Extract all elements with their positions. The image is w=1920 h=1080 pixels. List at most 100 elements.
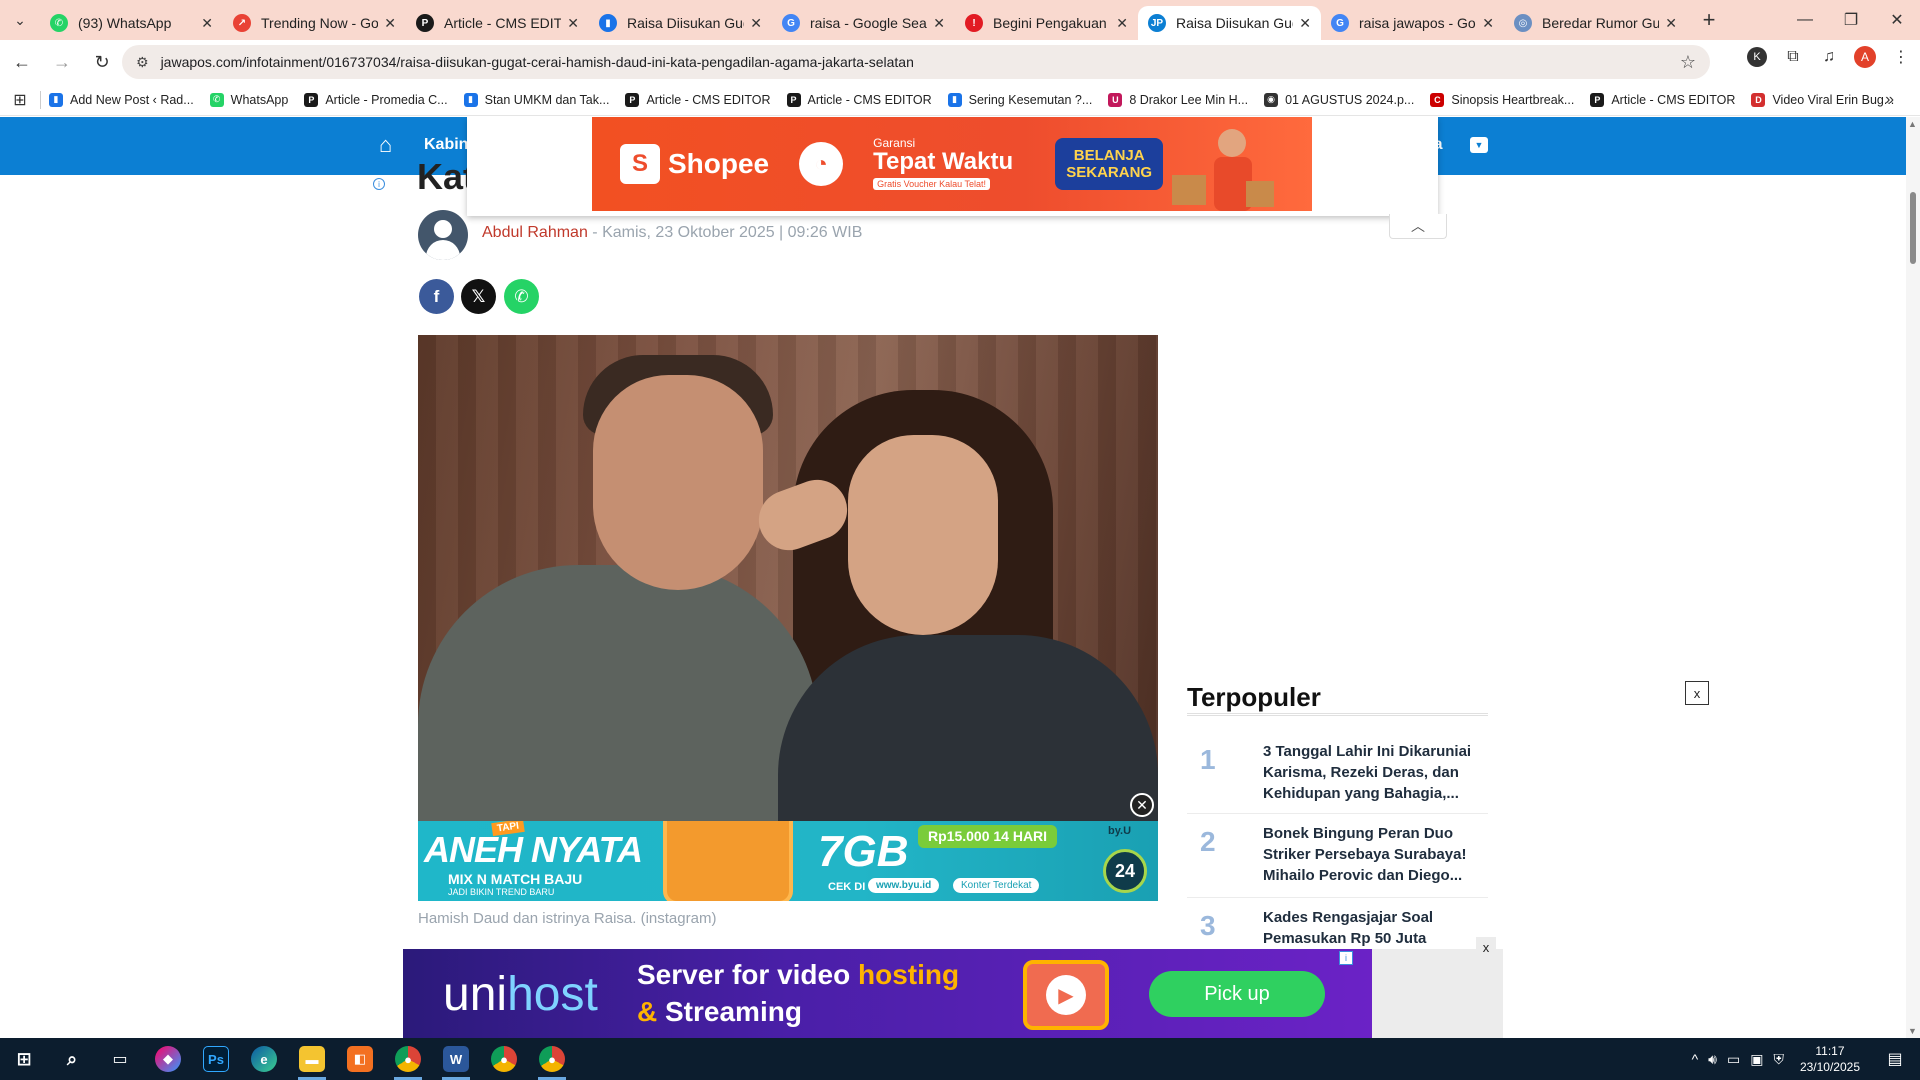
popular-headline[interactable]: 3 Tanggal Lahir Ini Dikaruniai Karisma, … bbox=[1263, 741, 1485, 804]
browser-tab[interactable]: ◎ Beredar Rumor Guga ✕ bbox=[1504, 6, 1687, 40]
url-text[interactable]: jawapos.com/infotainment/016737034/raisa… bbox=[161, 54, 914, 70]
network-icon[interactable]: ▭ bbox=[1727, 1051, 1740, 1068]
scroll-down-icon[interactable]: ▼ bbox=[1908, 1026, 1917, 1036]
notifications-icon[interactable]: ▤ bbox=[1880, 1049, 1910, 1069]
scroll-up-icon[interactable]: ▲ bbox=[1908, 119, 1917, 129]
bookmark-item[interactable]: ✆ WhatsApp bbox=[209, 92, 288, 107]
restore-button[interactable]: ❐ bbox=[1828, 0, 1874, 40]
facebook-share-icon[interactable]: f bbox=[419, 279, 454, 314]
bookmark-item[interactable]: P Article - CMS EDITOR bbox=[786, 92, 932, 107]
popular-item[interactable]: 1 3 Tanggal Lahir Ini Dikaruniai Karisma,… bbox=[1187, 732, 1488, 814]
browser-tab[interactable]: P Article - CMS EDITOR ✕ bbox=[406, 6, 589, 40]
x-share-icon[interactable]: 𝕏 bbox=[461, 279, 496, 314]
bookmark-item[interactable]: P Article - Promedia C... bbox=[304, 92, 448, 107]
close-tab-icon[interactable]: ✕ bbox=[933, 15, 945, 32]
bookmark-star-icon[interactable]: ☆ bbox=[1680, 52, 1696, 73]
browser-tab[interactable]: JP Raisa Diisukan Gugat ✕ bbox=[1138, 6, 1321, 40]
ad-choices-icon[interactable]: i bbox=[1339, 951, 1353, 965]
site-info-icon[interactable]: ⚙ bbox=[136, 54, 149, 71]
close-tab-icon[interactable]: ✕ bbox=[1665, 15, 1677, 32]
file-explorer-icon[interactable]: ▬ bbox=[288, 1038, 336, 1080]
bookmark-item[interactable]: P Article - CMS EDITOR bbox=[625, 92, 771, 107]
bookmark-item[interactable]: D Video Viral Erin Bug... bbox=[1751, 92, 1894, 107]
volume-icon[interactable]: 🔊︎ bbox=[1708, 1051, 1717, 1068]
home-icon[interactable]: ⌂ bbox=[379, 132, 392, 158]
page-scrollbar[interactable]: ▲ ▼ bbox=[1906, 117, 1920, 1038]
scrollbar-thumb[interactable] bbox=[1910, 192, 1916, 264]
browser-tab[interactable]: ▮ Raisa Diisukan Gugat ✕ bbox=[589, 6, 772, 40]
publish-date: - Kamis, 23 Oktober 2025 | 09:26 WIB bbox=[592, 224, 863, 241]
close-tab-icon[interactable]: ✕ bbox=[750, 15, 762, 32]
close-tab-icon[interactable]: ✕ bbox=[1482, 15, 1494, 32]
close-tab-icon[interactable]: ✕ bbox=[1299, 15, 1311, 32]
reload-button[interactable]: ↻ bbox=[84, 44, 120, 80]
display-icon[interactable]: ▣ bbox=[1750, 1051, 1763, 1068]
forward-button[interactable]: → bbox=[44, 44, 80, 80]
browser-tab[interactable]: ↗ Trending Now - Goog ✕ bbox=[223, 6, 406, 40]
bookmark-item[interactable]: ▮ Add New Post ‹ Rad... bbox=[49, 92, 194, 107]
promedia-icon: P bbox=[416, 14, 434, 32]
pick-up-button[interactable]: Pick up bbox=[1149, 971, 1325, 1017]
trends-icon: ↗ bbox=[233, 14, 251, 32]
close-tab-icon[interactable]: ✕ bbox=[201, 15, 213, 32]
app-orange-icon[interactable]: ◧ bbox=[336, 1038, 384, 1080]
browser-tab[interactable]: ! Begini Pengakuan Ju ✕ bbox=[955, 6, 1138, 40]
new-tab-button[interactable]: + bbox=[1691, 2, 1727, 38]
browser-tab[interactable]: ✆ (93) WhatsApp ✕ bbox=[40, 6, 223, 40]
shopee-banner-ad[interactable]: S Shopee ◔ Garansi Tepat Waktu Gratis Vo… bbox=[592, 117, 1312, 211]
profile-k-icon[interactable]: K bbox=[1744, 44, 1770, 70]
close-bottom-ad-button[interactable]: x bbox=[1476, 937, 1496, 957]
close-sidebar-ad-button[interactable]: x bbox=[1685, 681, 1709, 705]
clock[interactable]: 11:17 23/10/2025 bbox=[1800, 1043, 1860, 1075]
menu-kebab-icon[interactable]: ⋮ bbox=[1888, 44, 1914, 70]
bookmark-item[interactable]: C Sinopsis Heartbreak... bbox=[1430, 92, 1574, 107]
copilot-icon[interactable]: ◆ bbox=[144, 1038, 192, 1080]
bookmark-item[interactable]: U 8 Drakor Lee Min H... bbox=[1108, 92, 1248, 107]
byu-banner-ad[interactable]: ANEH NYATA TAPI MIX N MATCH BAJU JADI BI… bbox=[418, 821, 1158, 901]
apps-grid-icon[interactable]: ⊞ bbox=[0, 90, 40, 110]
popular-item[interactable]: 2 Bonek Bingung Peran Duo Striker Perseba… bbox=[1187, 814, 1488, 898]
nav-item-kabinet[interactable]: Kabin bbox=[424, 136, 468, 154]
chrome-alt-icon[interactable]: ● bbox=[528, 1038, 576, 1080]
photoshop-icon[interactable]: Ps bbox=[192, 1038, 240, 1080]
word-icon[interactable]: W bbox=[432, 1038, 480, 1080]
close-ad-icon[interactable]: ✕ bbox=[1130, 793, 1154, 817]
edge-icon[interactable]: e bbox=[240, 1038, 288, 1080]
address-bar[interactable]: ⚙ jawapos.com/infotainment/016737034/rai… bbox=[122, 45, 1710, 79]
chrome-icon[interactable]: ● bbox=[480, 1038, 528, 1080]
bookmark-item[interactable]: P Article - CMS EDITOR bbox=[1590, 92, 1735, 107]
browser-tab[interactable]: Graisa jawapos - Goog ✕ bbox=[1321, 6, 1504, 40]
close-tab-icon[interactable]: ✕ bbox=[567, 15, 579, 32]
tab-title: (93) WhatsApp bbox=[78, 15, 172, 31]
profile-avatar[interactable]: A bbox=[1852, 44, 1878, 70]
more-bookmarks-icon[interactable]: » bbox=[1885, 91, 1894, 109]
dropdown-caret-icon[interactable]: ▼ bbox=[1470, 137, 1488, 153]
close-window-button[interactable]: ✕ bbox=[1874, 0, 1920, 40]
bookmark-item[interactable]: ▮ Stan UMKM dan Tak... bbox=[463, 92, 609, 107]
ad-info-icon[interactable]: i bbox=[373, 178, 385, 190]
tray-chevron-icon[interactable]: ^ bbox=[1692, 1051, 1699, 1067]
unihost-banner-ad[interactable]: unihost Server for video hosting & Strea… bbox=[403, 949, 1372, 1038]
belanja-sekarang-button[interactable]: BELANJA SEKARANG bbox=[1055, 138, 1164, 190]
close-tab-icon[interactable]: ✕ bbox=[1116, 15, 1128, 32]
byu-24-badge: 24 bbox=[1103, 849, 1147, 893]
popular-headline[interactable]: Bonek Bingung Peran Duo Striker Persebay… bbox=[1263, 823, 1485, 886]
author-name-link[interactable]: Abdul Rahman bbox=[482, 224, 588, 241]
browser-tab[interactable]: Graisa - Google Search ✕ bbox=[772, 6, 955, 40]
start-button[interactable]: ⊞ bbox=[0, 1038, 48, 1080]
whatsapp-share-icon[interactable]: ✆ bbox=[504, 279, 539, 314]
close-tab-icon[interactable]: ✕ bbox=[384, 15, 396, 32]
tab-search-button[interactable]: ⌄ bbox=[0, 0, 40, 40]
minimize-button[interactable]: — bbox=[1782, 0, 1828, 40]
bookmark-item[interactable]: ◉ 01 AGUSTUS 2024.p... bbox=[1264, 92, 1414, 107]
security-icon[interactable]: ⛨ bbox=[1773, 1051, 1784, 1068]
popular-headline[interactable]: Kades Rengasjajar Soal Pemasukan Rp 50 J… bbox=[1263, 907, 1485, 955]
task-view-icon[interactable]: ▭ bbox=[96, 1038, 144, 1080]
media-control-icon[interactable]: ♫ bbox=[1816, 44, 1842, 70]
collapse-ad-button[interactable]: ︿ bbox=[1389, 214, 1447, 239]
back-button[interactable]: ← bbox=[4, 44, 40, 80]
extensions-icon[interactable]: ⧉ bbox=[1780, 44, 1806, 70]
chrome-profile-icon[interactable]: ● bbox=[384, 1038, 432, 1080]
bookmark-item[interactable]: ▮ Sering Kesemutan ?... bbox=[947, 92, 1092, 107]
search-icon[interactable]: ⌕ bbox=[48, 1038, 96, 1080]
